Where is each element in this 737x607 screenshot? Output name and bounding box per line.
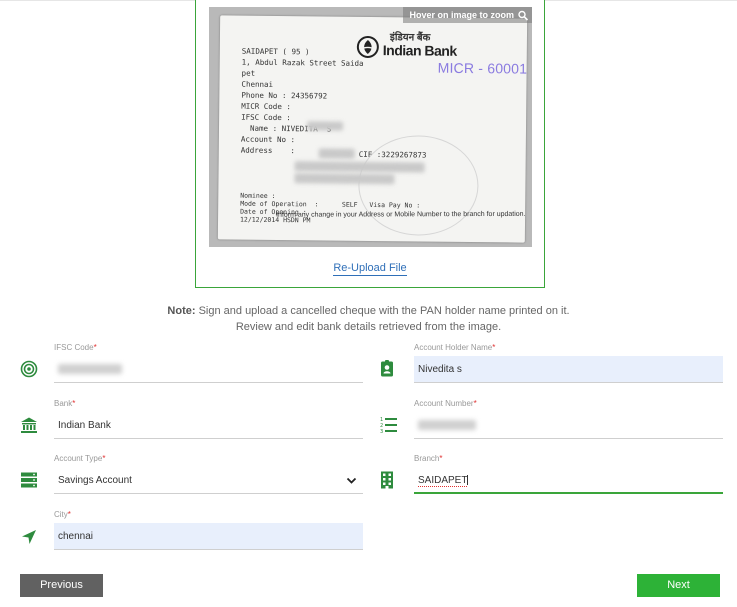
branch-label: Branch* [414, 454, 443, 463]
ifsc-label: IFSC Code* [54, 343, 97, 352]
building-icon [381, 471, 393, 489]
account-type-value: Savings Account [58, 475, 132, 486]
id-badge-icon [381, 360, 393, 377]
masked-address-1 [294, 161, 425, 173]
account-type-label: Account Type* [54, 454, 106, 463]
chevron-down-icon [346, 477, 357, 484]
cheque-upload-panel: इंडियन बैंक Indian Bank MICR - 600019053… [195, 0, 545, 288]
ifsc-input[interactable] [54, 356, 363, 383]
masked-ifsc-value [58, 364, 122, 375]
masked-account-number [418, 420, 476, 431]
holder-name-label: Account Holder Name* [414, 343, 496, 352]
branch-value: SAIDAPET [418, 475, 468, 487]
server-icon [21, 472, 37, 488]
note-line-1-text: Sign and upload a cancelled cheque with … [195, 305, 570, 317]
city-label: City* [54, 510, 71, 519]
cheque-details-text: SAIDAPET ( 95 ) 1, Abdul Razak Street Sa… [240, 46, 364, 156]
zoom-hint: Hover on image to zoom [403, 7, 532, 23]
holder-name-input[interactable]: Nivedita s [414, 356, 723, 383]
masked-ifsc [306, 121, 344, 131]
note-prefix: Note: [167, 305, 196, 317]
note-line-1: Note: Sign and upload a cancelled cheque… [0, 303, 737, 319]
masked-address-2 [294, 173, 395, 185]
cheque-paper: इंडियन बैंक Indian Bank MICR - 600019053… [217, 15, 528, 243]
note-line-2: Review and edit bank details retrieved f… [235, 321, 502, 333]
svg-text:3: 3 [380, 429, 383, 435]
bank-input[interactable]: Indian Bank [54, 412, 363, 439]
text-caret [467, 475, 469, 486]
location-arrow-icon [22, 530, 36, 544]
bank-icon [21, 417, 37, 433]
reupload-link[interactable]: Re-Upload File [333, 262, 407, 276]
cheque-image[interactable]: इंडियन बैंक Indian Bank MICR - 600019053… [209, 7, 532, 247]
next-button[interactable]: Next [637, 574, 720, 597]
target-icon [20, 360, 38, 378]
reupload-row: Re-Upload File [196, 262, 544, 276]
numbered-list-icon: 1 2 3 [380, 417, 397, 435]
bank-name-printed: Indian Bank [382, 42, 457, 59]
cif-number: CIF :3229267873 [358, 149, 427, 160]
zoom-hint-text: Hover on image to zoom [409, 10, 514, 20]
cheque-bottom-text: Nominee : Mode of Operation : SELF Visa … [240, 191, 421, 225]
bank-label: Bank* [54, 399, 76, 408]
previous-button[interactable]: Previous [20, 574, 103, 597]
micr-stamp: MICR - 600019053 [437, 59, 528, 77]
upload-note: Note: Sign and upload a cancelled cheque… [0, 303, 737, 335]
masked-account-no [318, 148, 355, 159]
magnifier-icon [518, 10, 529, 21]
branch-input[interactable]: SAIDAPET [414, 467, 723, 494]
account-number-label: Account Number* [414, 399, 477, 408]
cheque-footer-note: Inform any change in your Address or Mob… [276, 210, 526, 219]
account-number-input[interactable] [414, 412, 723, 439]
account-type-select[interactable]: Savings Account [54, 467, 363, 494]
city-input[interactable]: chennai [54, 523, 363, 550]
